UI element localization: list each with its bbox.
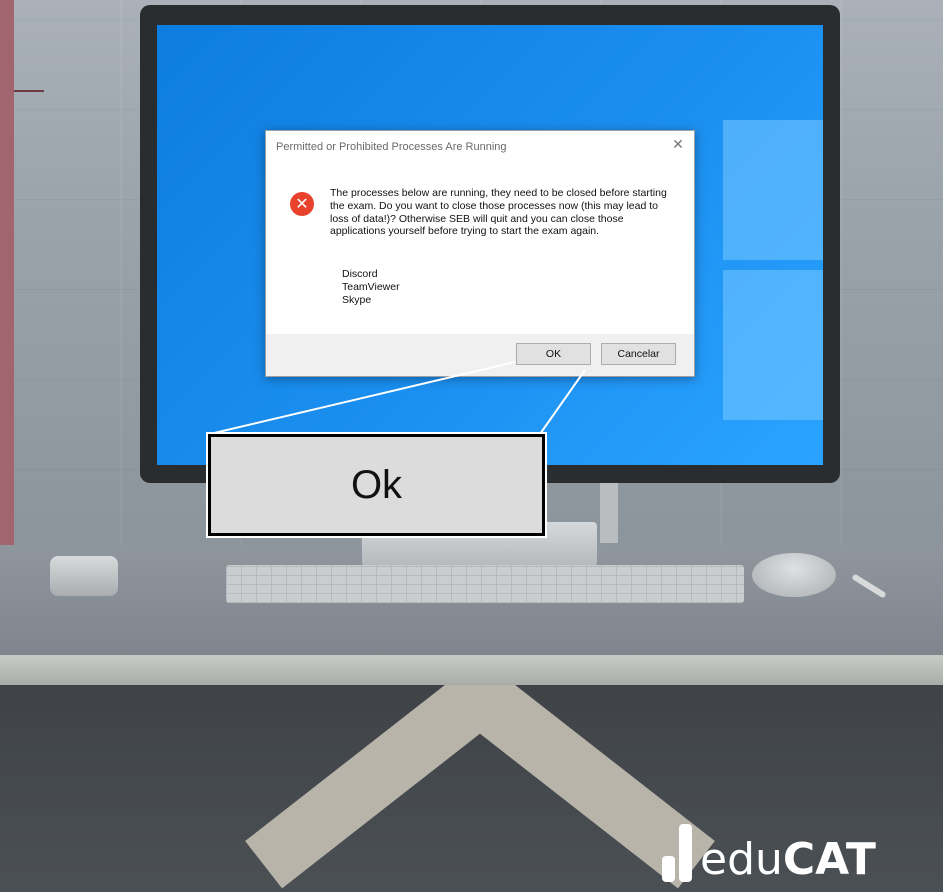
error-icon: ✕: [290, 192, 314, 216]
logo-text-bold: CAT: [782, 834, 876, 885]
process-warning-dialog: Permitted or Prohibited Processes Are Ru…: [265, 130, 695, 377]
speaker: [50, 556, 118, 596]
process-item: TeamViewer: [342, 281, 400, 293]
left-accent-line: [14, 90, 44, 92]
dialog-title: Permitted or Prohibited Processes Are Ru…: [276, 141, 507, 153]
dialog-footer: OK Cancelar: [266, 334, 694, 376]
process-item: Discord: [342, 268, 378, 280]
logo-text-light: edu: [700, 834, 783, 885]
cancel-button[interactable]: Cancelar: [601, 343, 676, 365]
educat-logo: eduCAT: [662, 812, 876, 882]
process-item: Skype: [342, 294, 372, 306]
desk-edge: [0, 655, 943, 685]
ok-callout-zoom: Ok: [206, 432, 547, 538]
ok-button[interactable]: OK: [516, 343, 591, 365]
close-icon[interactable]: ✕: [670, 137, 686, 153]
logo-text: eduCAT: [700, 838, 876, 882]
logo-bars-icon: [662, 822, 692, 882]
monitor-stand: [600, 483, 618, 543]
keyboard: [226, 565, 744, 603]
mouse: [752, 553, 836, 597]
process-list: Discord TeamViewer Skype: [342, 268, 400, 307]
windows-logo: [683, 110, 823, 430]
dialog-message: The processes below are running, they ne…: [330, 187, 667, 238]
